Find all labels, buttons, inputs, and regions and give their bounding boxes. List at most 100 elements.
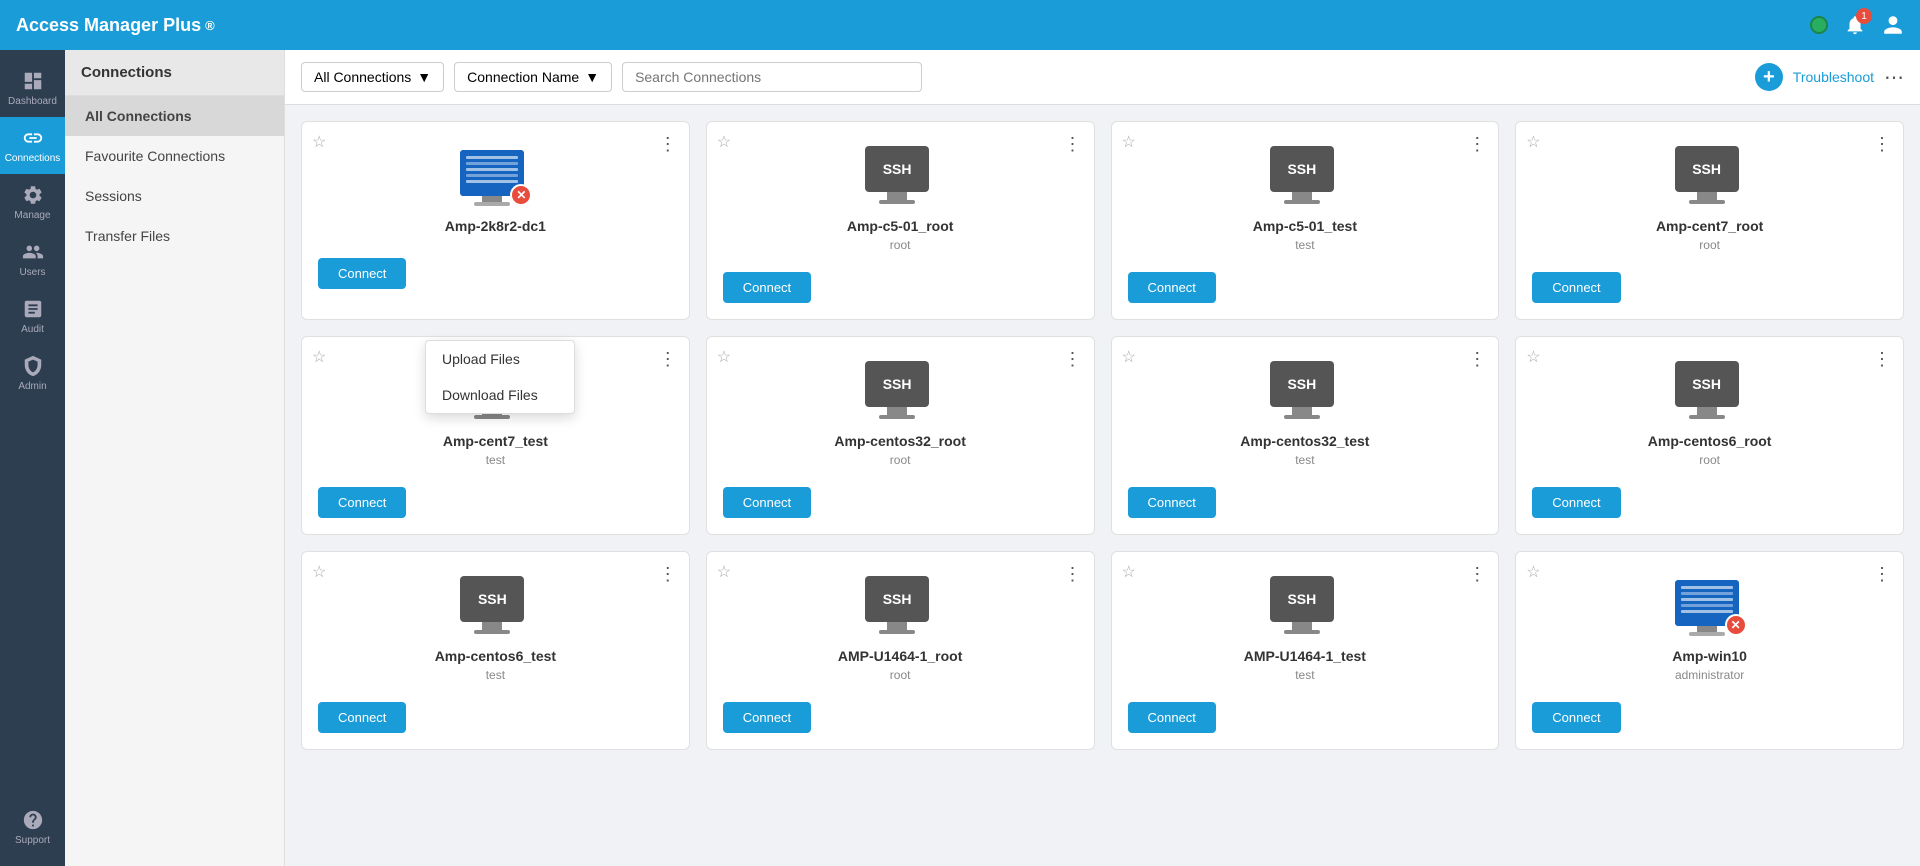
card-more-button[interactable]: ⋮	[1060, 130, 1086, 159]
conn-name-chevron-icon: ▼	[585, 69, 599, 85]
connect-button[interactable]: Connect	[318, 258, 406, 289]
monitor-body: SSH	[460, 576, 524, 622]
connect-button[interactable]: Connect	[1128, 272, 1216, 303]
card-icon: SSH	[1270, 576, 1340, 636]
connect-button[interactable]: Connect	[318, 487, 406, 518]
monitor-stand	[1292, 407, 1312, 415]
favourite-star[interactable]: ☆	[717, 347, 731, 367]
card-bottom: Connect ⋮	[723, 692, 1078, 733]
monitor-base	[1284, 415, 1320, 419]
monitor-base	[1284, 200, 1320, 204]
app-title-plus: ®	[205, 18, 215, 33]
connect-button[interactable]: Connect	[1128, 702, 1216, 733]
favourite-star[interactable]: ☆	[1122, 347, 1136, 367]
connection-card: ☆ SSH Amp-centos32_root root Connect ⋮	[706, 336, 1095, 535]
connect-button[interactable]: Connect	[723, 487, 811, 518]
connection-card: ☆ ✕ Amp-win10 administrator Connect ⋮	[1515, 551, 1904, 750]
dropdown-item-upload[interactable]: Upload Files	[426, 341, 574, 377]
card-more-button[interactable]: ⋮	[655, 345, 681, 374]
connect-button[interactable]: Connect	[1532, 487, 1620, 518]
app-title: Access Manager Plus ®	[16, 15, 215, 36]
card-bottom: Connect ⋮	[318, 248, 673, 289]
card-bottom: Connect ⋮	[723, 262, 1078, 303]
card-icon: SSH	[1675, 146, 1745, 206]
connect-button[interactable]: Connect	[1532, 272, 1620, 303]
card-icon: SSH	[1270, 146, 1340, 206]
connections-icon	[22, 127, 44, 149]
connection-name-filter[interactable]: Connection Name ▼	[454, 62, 612, 92]
sidebar-item-users[interactable]: Users	[0, 231, 65, 288]
sidebar-item-admin[interactable]: Admin	[0, 345, 65, 402]
card-more-button[interactable]: ⋮	[1464, 560, 1490, 589]
user-menu-button[interactable]	[1882, 14, 1904, 36]
card-name: Amp-win10	[1672, 648, 1747, 664]
sidebar-item-support[interactable]: Support	[15, 799, 50, 856]
connect-button[interactable]: Connect	[723, 702, 811, 733]
audit-icon	[22, 298, 44, 320]
favourite-star[interactable]: ☆	[312, 132, 326, 152]
sidebar-item-manage[interactable]: Manage	[0, 174, 65, 231]
toolbar-right: + Troubleshoot ⋯	[1755, 63, 1904, 91]
monitor-body: SSH	[1675, 146, 1739, 192]
sidebar-label-dashboard: Dashboard	[8, 96, 57, 107]
connection-card: ☆ SSH Amp-cent7_root root Connect ⋮	[1515, 121, 1904, 320]
sidebar-item-dashboard[interactable]: Dashboard	[0, 60, 65, 117]
sidebar-item-sessions[interactable]: Sessions	[65, 176, 284, 216]
sidebar-item-connections[interactable]: Connections	[0, 117, 65, 174]
connections-filter[interactable]: All Connections ▼	[301, 62, 444, 92]
connect-button[interactable]: Connect	[723, 272, 811, 303]
favourite-star[interactable]: ☆	[312, 562, 326, 582]
sidebar-item-favourite-connections[interactable]: Favourite Connections	[65, 136, 284, 176]
favourite-star[interactable]: ☆	[717, 132, 731, 152]
favourite-star[interactable]: ☆	[1526, 562, 1540, 582]
monitor-base	[474, 415, 510, 419]
favourite-star[interactable]: ☆	[1122, 562, 1136, 582]
search-input[interactable]	[622, 62, 922, 92]
card-user: root	[890, 238, 911, 252]
monitor-stand	[1292, 622, 1312, 630]
filter-chevron-icon: ▼	[417, 69, 431, 85]
card-more-button[interactable]: ⋮	[655, 130, 681, 159]
card-user: test	[486, 668, 505, 682]
monitor-base	[1689, 200, 1725, 204]
favourite-star[interactable]: ☆	[1526, 347, 1540, 367]
connect-button[interactable]: Connect	[1532, 702, 1620, 733]
troubleshoot-button[interactable]: Troubleshoot	[1793, 69, 1874, 85]
ssh-icon: SSH	[865, 146, 929, 204]
add-connection-button[interactable]: +	[1755, 63, 1783, 91]
dropdown-item-download[interactable]: Download Files	[426, 377, 574, 413]
monitor-base	[1284, 630, 1320, 634]
card-more-button[interactable]: ⋮	[1060, 560, 1086, 589]
card-more-button[interactable]: ⋮	[1869, 130, 1895, 159]
card-more-button[interactable]: ⋮	[1464, 130, 1490, 159]
favourite-star[interactable]: ☆	[717, 562, 731, 582]
favourite-star[interactable]: ☆	[1526, 132, 1540, 152]
ssh-icon: SSH	[1675, 146, 1739, 204]
card-more-button[interactable]: ⋮	[1869, 345, 1895, 374]
sidebar-item-transfer-files[interactable]: Transfer Files	[65, 216, 284, 256]
card-more-button[interactable]: ⋮	[1060, 345, 1086, 374]
monitor-stand	[887, 407, 907, 415]
more-options-button[interactable]: ⋯	[1884, 65, 1904, 90]
sidebar-item-all-connections[interactable]: All Connections	[65, 96, 284, 136]
card-more-button[interactable]: ⋮	[1464, 345, 1490, 374]
card-name: Amp-centos6_root	[1648, 433, 1772, 449]
connect-button[interactable]: Connect	[318, 702, 406, 733]
rdp-icon: ✕	[460, 150, 524, 206]
notifications-button[interactable]: 1	[1844, 14, 1866, 36]
admin-icon	[22, 355, 44, 377]
card-more-button[interactable]: ⋮	[655, 560, 681, 589]
support-icon	[22, 809, 44, 831]
card-icon: SSH	[1675, 361, 1745, 421]
monitor-body: SSH	[865, 146, 929, 192]
monitor-body: SSH	[865, 361, 929, 407]
favourite-star[interactable]: ☆	[312, 347, 326, 367]
sidebar-item-audit[interactable]: Audit	[0, 288, 65, 345]
connection-card: ☆ SSH Amp-centos6_test test Connect ⋮	[301, 551, 690, 750]
connect-button[interactable]: Connect	[1128, 487, 1216, 518]
ssh-icon: SSH	[460, 576, 524, 634]
context-dropdown-menu: Upload Files Download Files	[425, 340, 575, 414]
card-user: root	[1699, 238, 1720, 252]
favourite-star[interactable]: ☆	[1122, 132, 1136, 152]
card-more-button[interactable]: ⋮	[1869, 560, 1895, 589]
